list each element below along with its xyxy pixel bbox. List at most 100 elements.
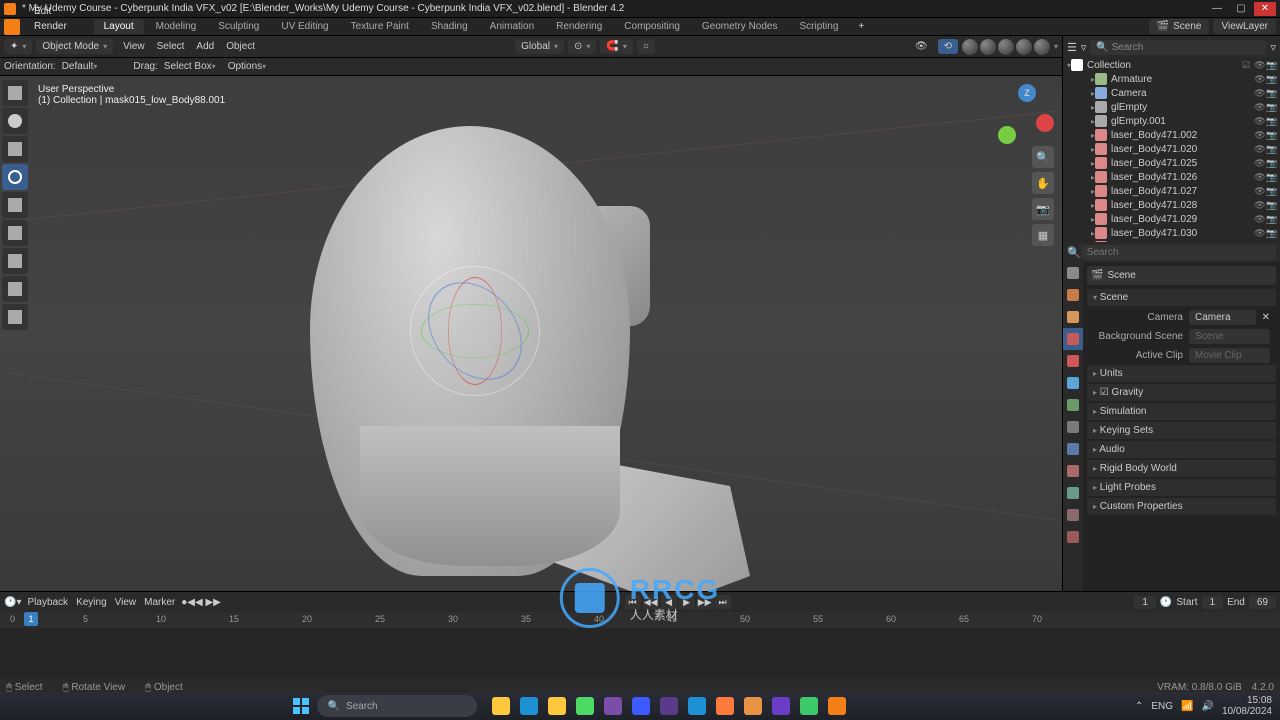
navigation-gizmo[interactable]: Z — [998, 84, 1054, 140]
clock-date[interactable]: 10/08/2024 — [1222, 706, 1272, 717]
camera-view-icon[interactable]: 📷 — [1032, 198, 1054, 220]
taskbar-app-10[interactable] — [769, 694, 793, 718]
wifi-icon[interactable]: 📶 — [1181, 701, 1193, 712]
x-axis-icon[interactable] — [1036, 114, 1054, 132]
end-frame-field[interactable]: 69 — [1249, 596, 1276, 609]
outliner-item[interactable]: ▸laser_Body471.027👁📷 — [1063, 184, 1280, 198]
props-tab-8[interactable] — [1063, 438, 1083, 460]
orientation-setting[interactable]: Default▾ — [62, 61, 98, 72]
measure-tool[interactable] — [2, 276, 28, 302]
z-axis-icon[interactable]: Z — [1018, 84, 1036, 102]
clip-field[interactable]: Movie Clip — [1189, 348, 1270, 363]
props-tab-4[interactable] — [1063, 350, 1083, 372]
menu-edit[interactable]: Edit — [26, 4, 78, 19]
taskbar-app-4[interactable] — [601, 694, 625, 718]
props-tab-9[interactable] — [1063, 460, 1083, 482]
outliner-search[interactable]: 🔍 Search — [1090, 40, 1266, 55]
rotation-gizmo[interactable] — [410, 266, 540, 396]
wireframe-shading[interactable] — [980, 39, 996, 55]
clock-time[interactable]: 15:08 — [1222, 695, 1272, 706]
prop-section-rigid-body-world[interactable]: ▸ Rigid Body World — [1087, 460, 1276, 477]
taskbar-app-1[interactable] — [517, 694, 541, 718]
outliner-item[interactable]: ▸laser_Body471.020👁📷 — [1063, 142, 1280, 156]
lang-indicator[interactable]: ENG — [1151, 701, 1173, 712]
tray-chevron-icon[interactable]: ⌃ — [1135, 701, 1143, 712]
maximize-button[interactable]: ▢ — [1230, 2, 1252, 16]
vp-menu-view[interactable]: View — [117, 39, 151, 54]
taskbar-app-7[interactable] — [685, 694, 709, 718]
scale-tool[interactable] — [2, 192, 28, 218]
outliner-item[interactable]: ▸laser_Body471.028👁📷 — [1063, 198, 1280, 212]
close-button[interactable]: ✕ — [1254, 2, 1276, 16]
outliner-item[interactable]: ▸laser_Body471.030👁📷 — [1063, 226, 1280, 240]
workspace-scripting[interactable]: Scripting — [789, 19, 848, 34]
outliner-item[interactable]: ▸Camera👁📷 — [1063, 86, 1280, 100]
pan-icon[interactable]: ✋ — [1032, 172, 1054, 194]
timeline-track[interactable]: RRCG 人人素材 — [0, 628, 1280, 678]
bg-scene-field[interactable]: Scene — [1189, 329, 1270, 344]
prop-section-keying-sets[interactable]: ▸ Keying Sets — [1087, 422, 1276, 439]
snap-dropdown[interactable]: 🧲▾ — [600, 39, 632, 54]
taskbar-app-5[interactable] — [629, 694, 653, 718]
filter-icon[interactable]: ▿ — [1081, 41, 1087, 54]
add-cube-tool[interactable] — [2, 304, 28, 330]
taskbar-app-9[interactable] — [741, 694, 765, 718]
prop-section-gravity[interactable]: ▸ ☑ Gravity — [1087, 384, 1276, 401]
prop-section-light-probes[interactable]: ▸ Light Probes — [1087, 479, 1276, 496]
3d-viewport[interactable]: User Perspective (1) Collection | mask01… — [0, 76, 1062, 591]
rotate-tool[interactable] — [2, 164, 28, 190]
playhead[interactable]: 1 — [24, 612, 38, 626]
props-tab-7[interactable] — [1063, 416, 1083, 438]
solid-shading[interactable] — [998, 39, 1014, 55]
scene-panel[interactable]: ▾ Scene — [1087, 289, 1276, 306]
options-popover[interactable]: Options▾ — [228, 61, 266, 72]
outliner-item[interactable]: ▸Armature👁📷 — [1063, 72, 1280, 86]
outliner-item[interactable]: ▸glEmpty👁📷 — [1063, 100, 1280, 114]
taskbar-app-0[interactable] — [489, 694, 513, 718]
transform-tool[interactable] — [2, 220, 28, 246]
scene-header[interactable]: 🎬Scene — [1087, 266, 1276, 285]
props-tab-2[interactable] — [1063, 306, 1083, 328]
workspace-geometry-nodes[interactable]: Geometry Nodes — [692, 19, 788, 34]
volume-icon[interactable]: 🔊 — [1201, 701, 1213, 712]
workspace-layout[interactable]: Layout — [94, 19, 144, 34]
taskbar-app-8[interactable] — [713, 694, 737, 718]
tl-menu-view[interactable]: View — [115, 597, 137, 608]
taskbar-app-3[interactable] — [573, 694, 597, 718]
workspace-modeling[interactable]: Modeling — [146, 19, 207, 34]
props-tab-0[interactable] — [1063, 262, 1083, 284]
camera-field[interactable]: Camera — [1189, 310, 1256, 325]
shading-options-dropdown[interactable]: ▾ — [1054, 42, 1058, 51]
workspace-sculpting[interactable]: Sculpting — [208, 19, 269, 34]
props-tab-12[interactable] — [1063, 526, 1083, 548]
taskbar-app-2[interactable] — [545, 694, 569, 718]
menu-render[interactable]: Render — [26, 19, 78, 34]
props-tab-6[interactable] — [1063, 394, 1083, 416]
mode-dropdown[interactable]: Object Mode▾ — [36, 39, 113, 54]
workspace-compositing[interactable]: Compositing — [614, 19, 690, 34]
pivot-dropdown[interactable]: ⊙▾ — [568, 39, 596, 54]
viewlayer-selector[interactable]: ViewLayer — [1213, 19, 1276, 34]
add-workspace-button[interactable]: + — [850, 19, 872, 34]
workspace-texture-paint[interactable]: Texture Paint — [341, 19, 419, 34]
workspace-uv-editing[interactable]: UV Editing — [271, 19, 338, 34]
select-tool[interactable] — [2, 80, 28, 106]
outliner-type-icon[interactable]: ☰ — [1067, 41, 1077, 54]
minimize-button[interactable]: — — [1206, 2, 1228, 16]
outliner-collection-row[interactable]: ▾ Collection ☑👁📷 — [1063, 58, 1280, 72]
props-tab-10[interactable] — [1063, 482, 1083, 504]
prop-section-units[interactable]: ▸ Units — [1087, 365, 1276, 382]
taskbar-app-12[interactable] — [825, 694, 849, 718]
props-tab-5[interactable] — [1063, 372, 1083, 394]
xray-toggle[interactable] — [962, 39, 978, 55]
taskbar-app-6[interactable] — [657, 694, 681, 718]
current-frame-field[interactable]: 1 — [1134, 596, 1156, 609]
workspace-shading[interactable]: Shading — [421, 19, 478, 34]
clear-icon[interactable]: ✕ — [1262, 312, 1270, 323]
taskbar-search[interactable]: 🔍Search — [317, 695, 477, 717]
proportional-dropdown[interactable]: ○ — [637, 39, 655, 54]
editor-type-dropdown[interactable]: ✦▾ — [4, 39, 32, 54]
tl-menu-keying[interactable]: Keying — [76, 597, 107, 608]
outliner-item[interactable]: ▸laser_Body471.029👁📷 — [1063, 212, 1280, 226]
props-tab-3[interactable] — [1063, 328, 1083, 350]
